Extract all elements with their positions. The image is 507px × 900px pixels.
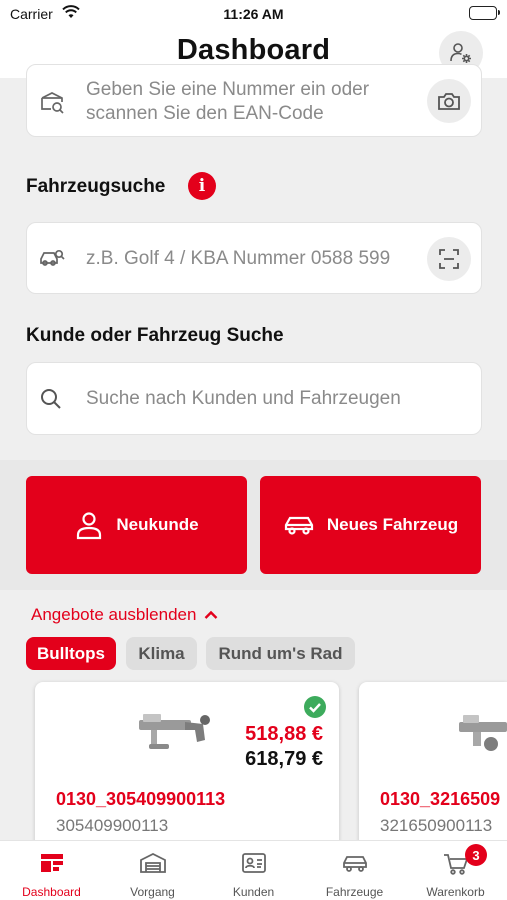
ean-search-placeholder: Geben Sie eine Nummer ein oder scannen S… [86, 79, 370, 124]
new-customer-label: Neukunde [116, 515, 199, 534]
warehouse-icon [102, 852, 203, 874]
tab-bar: Dashboard Vorgang Kunden Fahrzeuge 3 War… [0, 840, 507, 900]
tab-label: Kunden [232, 885, 275, 899]
tab-fahrzeuge[interactable]: Fahrzeuge [304, 841, 405, 900]
product-ean: 305409900113 [56, 816, 169, 835]
offer-price: 518,88 € [245, 723, 323, 745]
vehicle-search-label: Fahrzeugsuche [26, 176, 166, 197]
tab-label: Dashboard [22, 885, 81, 899]
clock: 11:26 AM [223, 6, 284, 22]
available-check-icon [304, 696, 326, 723]
scan-frame-icon [439, 249, 459, 269]
regular-price: 618,79 € [245, 748, 323, 770]
dashboard-icon [1, 852, 102, 874]
battery-icon [469, 6, 500, 20]
cart-icon [405, 852, 506, 876]
search-icon [39, 387, 63, 416]
car-icon [284, 516, 313, 535]
ean-search-field[interactable]: Geben Sie eine Nummer ein oder scannen S… [26, 64, 482, 137]
camera-scan-button[interactable] [427, 79, 471, 123]
towbar-product-image [459, 710, 507, 763]
tab-label: Fahrzeuge [325, 885, 384, 899]
page-title: Dashboard [176, 34, 331, 66]
status-bar: Carrier 11:26 AM [0, 0, 507, 30]
customer-search-field[interactable]: Suche nach Kunden und Fahrzeugen [26, 362, 482, 435]
tab-kunden[interactable]: Kunden [203, 841, 304, 900]
tab-label: Warenkorb [426, 885, 485, 899]
customer-search-label: Kunde oder Fahrzeug Suche [26, 325, 284, 346]
new-customer-button[interactable]: Neukunde [26, 476, 247, 574]
scan-button[interactable] [427, 237, 471, 281]
car-search-icon [39, 247, 65, 276]
cart-count-badge: 3 [465, 844, 487, 866]
tab-dashboard[interactable]: Dashboard [1, 841, 102, 900]
vehicle-search-placeholder: z.B. Golf 4 / KBA Nummer 0588 599 [86, 248, 391, 269]
towbar-product-image [135, 710, 215, 763]
new-vehicle-label: Neues Fahrzeug [326, 515, 459, 534]
tab-warenkorb[interactable]: 3 Warenkorb [405, 841, 506, 900]
product-card[interactable]: 518,88 € 618,79 € 0130_305409900113 3054… [35, 682, 339, 852]
product-search-icon [39, 89, 65, 120]
camera-icon [438, 93, 460, 110]
product-card[interactable]: 0130_3216509 321650900113 [359, 682, 507, 852]
contact-card-icon [203, 852, 304, 874]
category-chip-klima[interactable]: Klima [126, 637, 197, 670]
new-vehicle-button[interactable]: Neues Fahrzeug [260, 476, 481, 574]
info-icon[interactable]: i [188, 172, 216, 200]
product-name: 0130_3216509 [380, 789, 501, 809]
category-chip-bulltops[interactable]: Bulltops [26, 637, 116, 670]
vehicle-search-field[interactable]: z.B. Golf 4 / KBA Nummer 0588 599 [26, 222, 482, 294]
chevron-up-icon [205, 610, 218, 619]
hide-offers-label: Angebote ausblenden [31, 605, 197, 624]
hide-offers-toggle[interactable]: Angebote ausblenden [31, 605, 218, 625]
tab-label: Vorgang [130, 885, 175, 899]
person-icon [77, 512, 102, 540]
customer-search-placeholder: Suche nach Kunden und Fahrzeugen [86, 388, 401, 409]
user-gear-icon [450, 43, 471, 63]
car-icon [304, 852, 405, 874]
tab-vorgang[interactable]: Vorgang [102, 841, 203, 900]
product-name: 0130_305409900113 [56, 789, 226, 809]
product-ean: 321650900113 [380, 816, 493, 835]
category-chip-rad[interactable]: Rund um's Rad [206, 637, 355, 670]
